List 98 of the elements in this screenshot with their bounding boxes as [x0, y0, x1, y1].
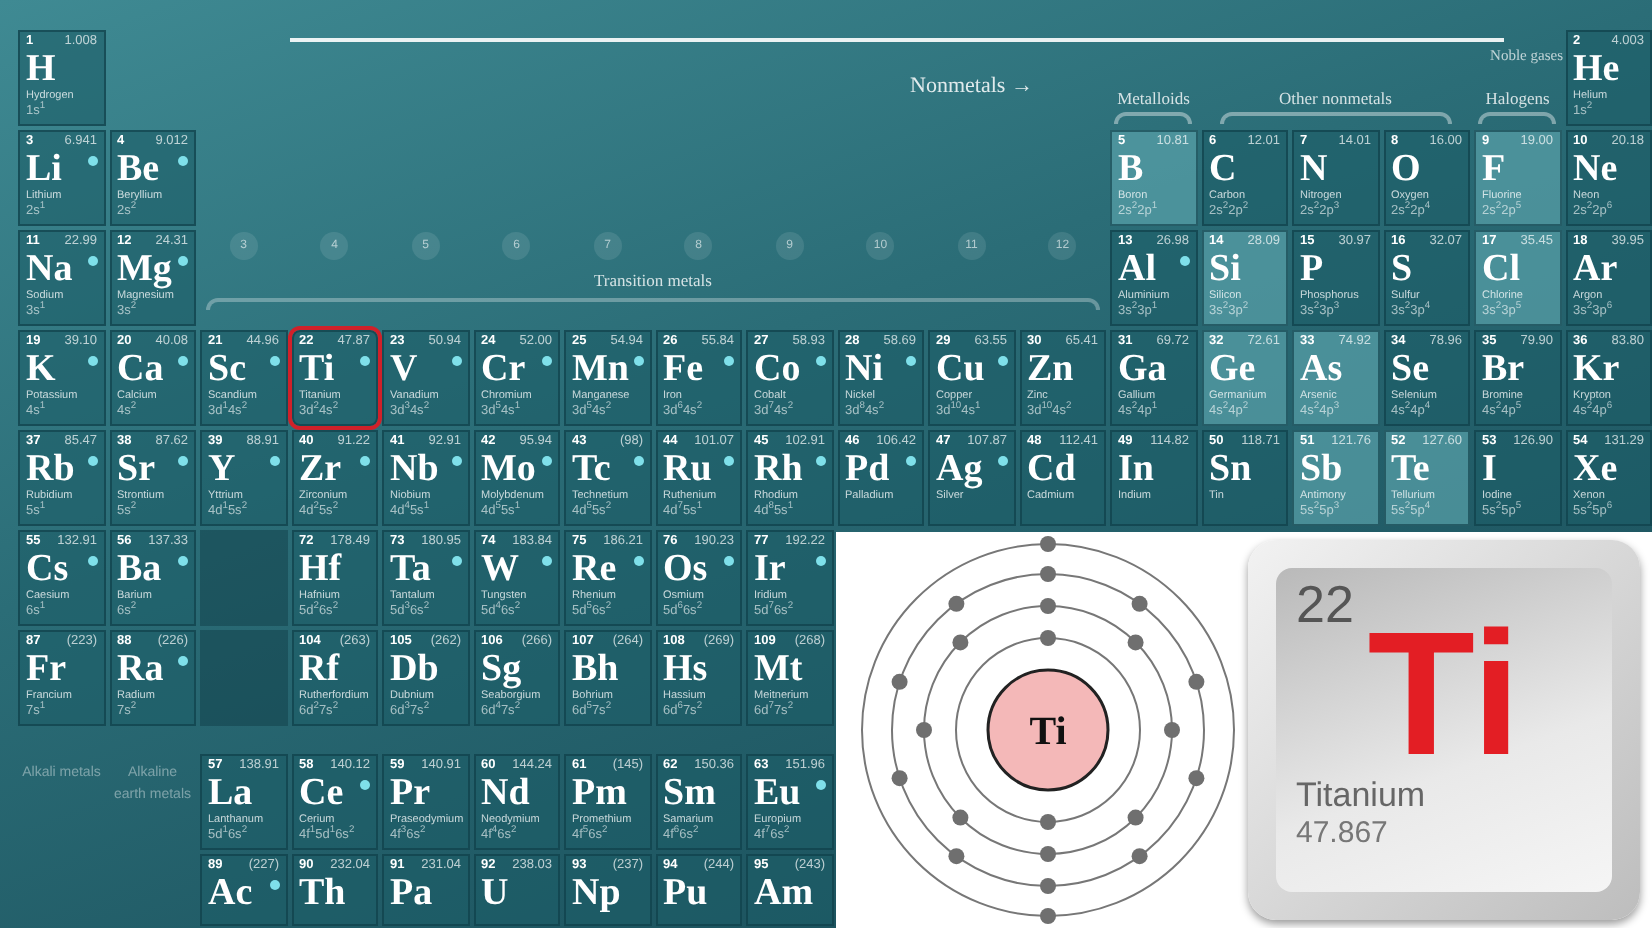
- key-atomic-number: 22: [1296, 576, 1354, 632]
- element-symbol: C: [1209, 149, 1237, 189]
- element-symbol: Br: [1482, 349, 1525, 389]
- brace-line: [1114, 112, 1193, 124]
- element-symbol: Al: [1118, 249, 1156, 289]
- element-symbol: Nd: [481, 773, 530, 813]
- element-symbol: I: [1482, 449, 1497, 489]
- element-symbol: Ag: [936, 449, 983, 489]
- element-symbol: Sc: [208, 349, 246, 389]
- element-symbol: Cu: [936, 349, 985, 389]
- element-symbol: In: [1118, 449, 1154, 489]
- element-symbol: Mo: [481, 449, 536, 489]
- element-symbol: Ac: [208, 873, 253, 913]
- element-symbol: Ti: [299, 349, 335, 389]
- brace-line: [1478, 112, 1557, 124]
- element-symbol: Tc: [572, 449, 611, 489]
- element-symbol: Xe: [1573, 449, 1618, 489]
- element-symbol: Eu: [754, 773, 801, 813]
- category-label: Nonmetals →: [910, 71, 1033, 102]
- element-symbol: Rh: [754, 449, 803, 489]
- element-symbol: Hf: [299, 549, 342, 589]
- element-symbol: W: [481, 549, 519, 589]
- element-symbol: Th: [299, 873, 346, 913]
- element-symbol: Ce: [299, 773, 344, 813]
- element-symbol: Se: [1391, 349, 1429, 389]
- element-symbol: Ba: [117, 549, 162, 589]
- element-symbol: Co: [754, 349, 801, 389]
- element-symbol: V: [390, 349, 418, 389]
- element-symbol: Sm: [663, 773, 716, 813]
- element-symbol: Ra: [117, 649, 164, 689]
- element-symbol: As: [1300, 349, 1343, 389]
- element-symbol: Sb: [1300, 449, 1343, 489]
- element-symbol: Mg: [117, 249, 172, 289]
- element-symbol: Nb: [390, 449, 439, 489]
- element-symbol: Np: [572, 873, 621, 913]
- category-label: Transition metals: [594, 268, 712, 294]
- element-symbol: Mn: [572, 349, 629, 389]
- element-symbol: K: [26, 349, 56, 389]
- element-symbol: Sr: [117, 449, 155, 489]
- element-symbol: Am: [754, 873, 814, 913]
- category-label: Other nonmetals: [1279, 86, 1392, 112]
- element-symbol: Pa: [390, 873, 433, 913]
- element-symbol: Li: [26, 149, 62, 189]
- element-symbol: Pd: [845, 449, 890, 489]
- key-atomic-mass: 47.867: [1296, 816, 1388, 852]
- element-symbol: Si: [1209, 249, 1241, 289]
- empty-tile: [200, 630, 287, 726]
- element-symbol: Ru: [663, 449, 712, 489]
- element-symbol: Zr: [299, 449, 342, 489]
- element-symbol: Sg: [481, 649, 522, 689]
- element-symbol: La: [208, 773, 253, 813]
- element-symbol: Pr: [390, 773, 431, 813]
- element-symbol: Ta: [390, 549, 431, 589]
- element-symbol: Ca: [117, 349, 164, 389]
- element-symbol: Re: [572, 549, 617, 589]
- nucleus-label: Ti: [1029, 710, 1067, 754]
- key-element-name: Titanium: [1296, 776, 1426, 816]
- element-symbol: Cd: [1027, 449, 1076, 489]
- element-symbol: Na: [26, 249, 73, 289]
- element-symbol: Zn: [1027, 349, 1074, 389]
- element-symbol: P: [1300, 249, 1324, 289]
- element-symbol: O: [1391, 149, 1421, 189]
- element-symbol: F: [1482, 149, 1506, 189]
- element-symbol: Y: [208, 449, 236, 489]
- element-symbol: Rb: [26, 449, 75, 489]
- element-symbol: Fr: [26, 649, 67, 689]
- element-symbol: Ga: [1118, 349, 1167, 389]
- element-symbol: Fe: [663, 349, 704, 389]
- category-label: Metalloids: [1117, 86, 1190, 112]
- empty-tile: [200, 530, 287, 626]
- element-symbol: Pm: [572, 773, 627, 813]
- element-symbol: Rf: [299, 649, 340, 689]
- element-symbol: N: [1300, 149, 1328, 189]
- element-symbol: Os: [663, 549, 708, 589]
- element-symbol: Ge: [1209, 349, 1256, 389]
- element-symbol: Kr: [1573, 349, 1620, 389]
- element-symbol: Db: [390, 649, 439, 689]
- key-element-symbol: Ti: [1367, 620, 1521, 768]
- element-symbol: Te: [1391, 449, 1430, 489]
- element-symbol: Ir: [754, 549, 786, 589]
- element-symbol: Cl: [1482, 249, 1520, 289]
- element-symbol: Cr: [481, 349, 526, 389]
- element-symbol: Hs: [663, 649, 708, 689]
- element-symbol: Bh: [572, 649, 619, 689]
- element-symbol: Mt: [754, 649, 803, 689]
- element-symbol: He: [1573, 49, 1620, 89]
- element-symbol: Ar: [1573, 249, 1618, 289]
- element-symbol: Pu: [663, 873, 708, 913]
- category-label: Halogens: [1485, 86, 1550, 112]
- element-symbol: S: [1391, 249, 1413, 289]
- element-symbol: Ne: [1573, 149, 1618, 189]
- element-symbol: Be: [117, 149, 160, 189]
- element-symbol: Ni: [845, 349, 883, 389]
- element-symbol: Cs: [26, 549, 69, 589]
- element-symbol: B: [1118, 149, 1144, 189]
- element-symbol: U: [481, 873, 509, 913]
- element-symbol: Sn: [1209, 449, 1252, 489]
- element-symbol: H: [26, 49, 56, 89]
